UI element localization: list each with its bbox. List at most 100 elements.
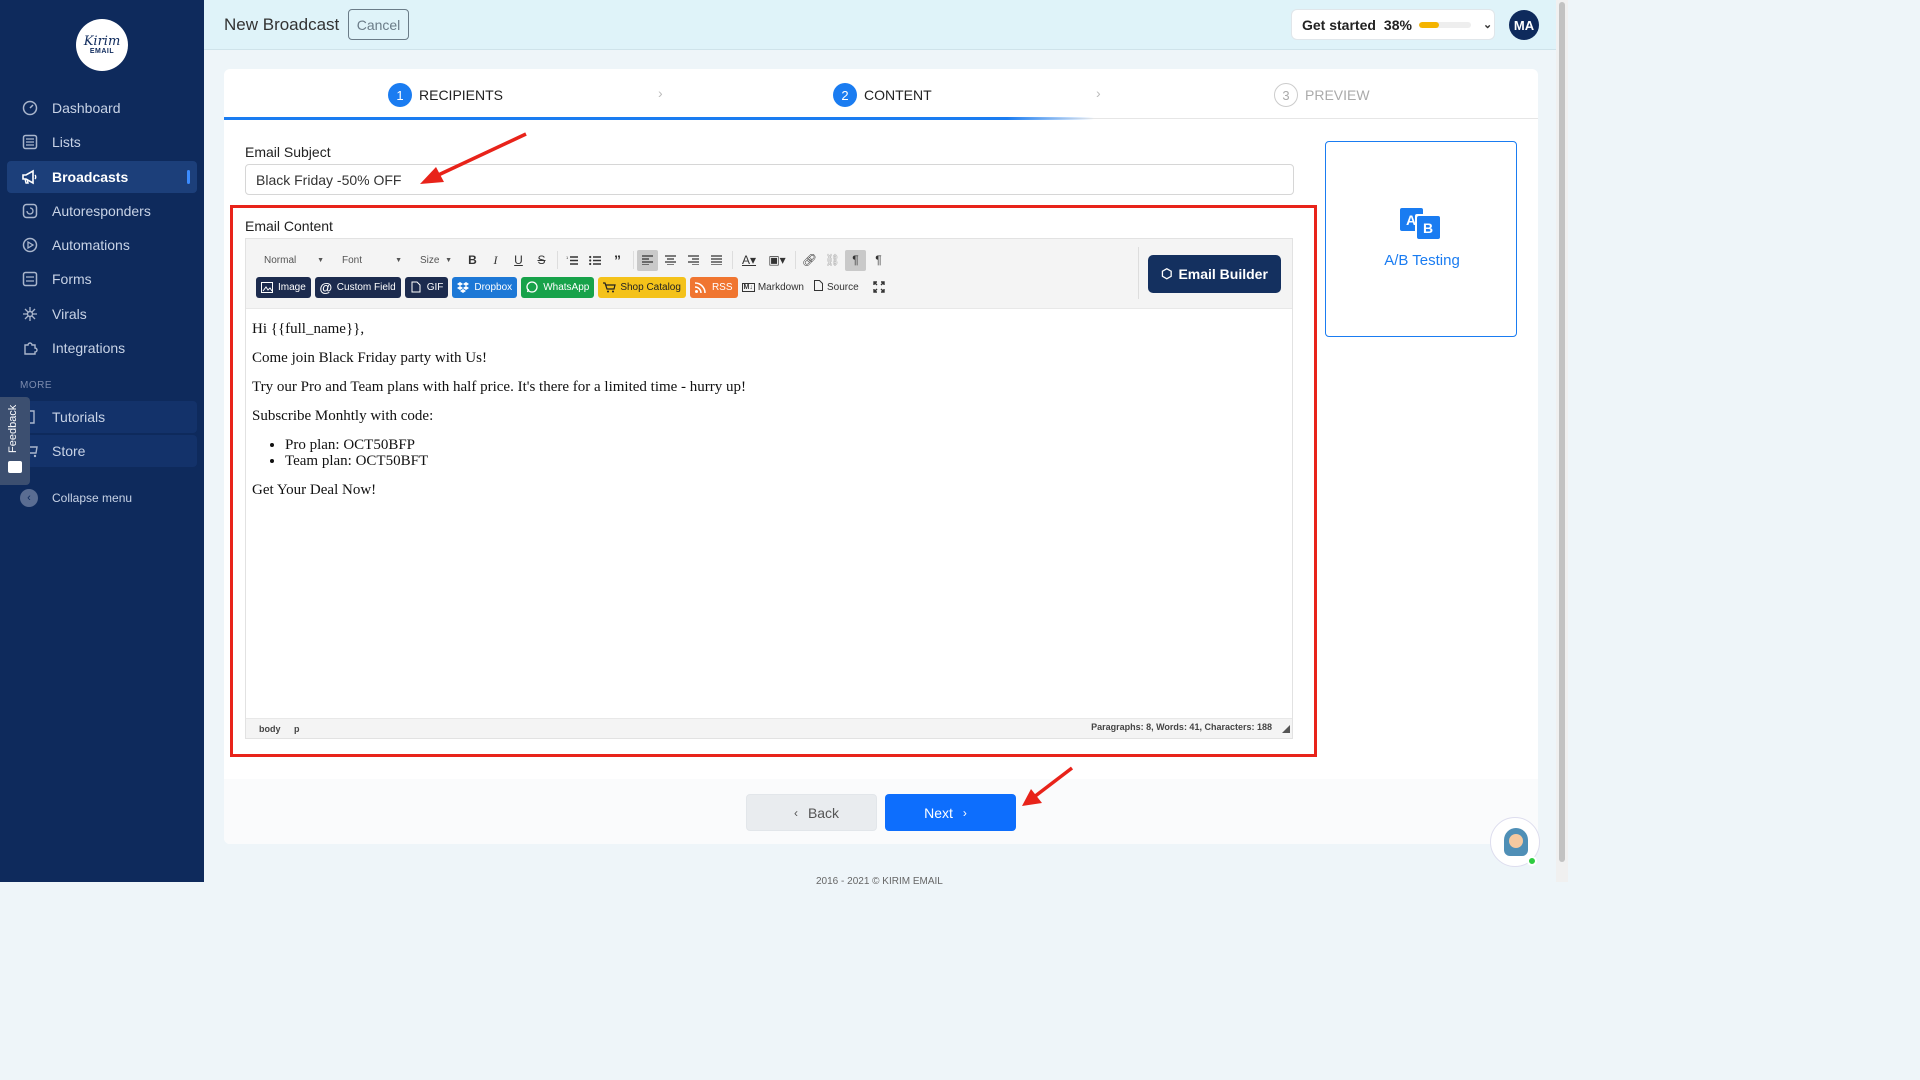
ltr-direction-icon[interactable]: ¶ [845, 249, 866, 271]
scrollbar-thumb[interactable] [1559, 2, 1565, 862]
collapse-menu-button[interactable]: ‹ Collapse menu [20, 489, 132, 507]
kirim-email-logo[interactable]: Kirim EMAIL [76, 19, 128, 71]
numbered-list-icon[interactable]: 1 [561, 250, 582, 271]
sidebar-item-label: Broadcasts [52, 168, 129, 185]
cart-icon [602, 280, 616, 294]
next-button[interactable]: Next › [885, 794, 1016, 831]
bold-icon[interactable]: B [462, 250, 483, 271]
sidebar-item-automations[interactable]: Automations [7, 229, 197, 261]
markdown-button[interactable]: M↓ Markdown [741, 282, 804, 293]
format-select[interactable]: Normal ▼ [256, 249, 328, 271]
blockquote-icon[interactable]: ” [607, 250, 628, 271]
background-color-icon[interactable]: ▣▾ [764, 250, 790, 271]
step-recipients[interactable]: 1 RECIPIENTS [388, 83, 503, 107]
format-select-value: Normal [264, 254, 297, 266]
align-left-icon[interactable] [637, 249, 658, 271]
feedback-tab[interactable]: Feedback [0, 397, 30, 485]
strikethrough-icon[interactable]: S [531, 250, 552, 271]
support-chat-button[interactable] [1490, 817, 1540, 867]
sidebar-item-autoresponders[interactable]: Autoresponders [7, 195, 197, 227]
dropbox-icon [456, 280, 470, 294]
rtl-direction-icon[interactable]: ¶ [868, 250, 889, 271]
content-paragraph: Come join Black Friday party with Us! [252, 350, 487, 366]
viral-icon [21, 305, 39, 323]
email-content-label: Email Content [245, 218, 333, 234]
resize-handle[interactable] [1282, 725, 1290, 733]
svg-text:1: 1 [566, 255, 569, 260]
source-button[interactable]: Source [813, 280, 859, 294]
size-select-value: Size [420, 254, 440, 266]
text-color-icon[interactable]: A▾ [736, 250, 762, 271]
at-sign-icon: @ [319, 279, 333, 295]
sidebar-item-lists[interactable]: Lists [7, 126, 197, 158]
custom-field-button[interactable]: @ Custom Field [314, 276, 401, 298]
email-subject-input[interactable] [245, 164, 1294, 195]
fullscreen-icon[interactable] [869, 277, 890, 298]
align-right-icon[interactable] [683, 250, 704, 271]
link-icon[interactable]: 🔗︎ [799, 250, 820, 271]
align-center-icon[interactable] [660, 250, 681, 271]
sidebar-item-forms[interactable]: Forms [7, 263, 197, 295]
insert-image-button[interactable]: Image [256, 276, 311, 298]
feedback-label: Feedback [7, 404, 19, 453]
element-path-body[interactable]: body [259, 724, 281, 734]
rss-button[interactable]: RSS [689, 276, 738, 298]
sidebar-item-broadcasts[interactable]: Broadcasts [7, 160, 197, 193]
online-status-indicator [1527, 856, 1537, 866]
font-select[interactable]: Font ▼ [334, 249, 406, 271]
step-content[interactable]: 2 CONTENT [833, 83, 932, 107]
back-button[interactable]: ‹ Back [746, 794, 877, 831]
insert-button-label: RSS [711, 281, 733, 293]
ab-testing-card[interactable]: A B A/B Testing [1325, 141, 1517, 337]
sidebar-nav: Dashboard Lists Broadcasts Autoresponder… [0, 92, 204, 366]
ab-testing-icon: A B [1400, 208, 1440, 239]
caret-down-icon: ▼ [317, 256, 324, 264]
toolbar-separator [732, 251, 733, 269]
dropbox-button[interactable]: Dropbox [452, 276, 518, 298]
email-builder-label: Email Builder [1178, 266, 1268, 282]
step-preview[interactable]: 3 PREVIEW [1274, 83, 1370, 107]
gif-button[interactable]: GIF [404, 276, 449, 298]
step-number: 3 [1274, 83, 1298, 107]
page-scrollbar[interactable] [1556, 0, 1568, 882]
toolbar-separator [633, 251, 634, 269]
step-progress-line [224, 117, 1094, 120]
sidebar-item-label: Store [52, 443, 86, 460]
collapse-menu-label: Collapse menu [52, 491, 133, 505]
whatsapp-button[interactable]: WhatsApp [521, 276, 595, 298]
shop-catalog-button[interactable]: Shop Catalog [598, 276, 686, 298]
cancel-button[interactable]: Cancel [348, 9, 409, 40]
get-started-progress-fill [1418, 21, 1439, 28]
markdown-icon: M↓ [741, 282, 755, 292]
sidebar-item-virals[interactable]: Virals [7, 298, 197, 330]
page-title: New Broadcast [224, 15, 340, 34]
editor-status-bar: body p Paragraphs: 8, Words: 41, Charact… [246, 718, 1292, 738]
chevron-right-icon: › [962, 805, 967, 820]
editor-content-area[interactable]: Hi {{full_name}}, Come join Black Friday… [252, 321, 1282, 511]
autoresponder-icon [21, 202, 39, 220]
sidebar-item-integrations[interactable]: Integrations [7, 332, 197, 364]
step-number: 1 [388, 83, 412, 107]
bulleted-list-icon[interactable] [584, 250, 605, 271]
avatar[interactable]: MA [1509, 10, 1539, 40]
size-select[interactable]: Size ▼ [412, 249, 456, 271]
email-builder-button[interactable]: ⬡ Email Builder [1148, 255, 1281, 293]
sidebar: Kirim EMAIL Dashboard Lists Broadcasts A… [0, 0, 204, 882]
sidebar-item-dashboard[interactable]: Dashboard [7, 92, 197, 124]
unlink-icon: ⛓︎ [824, 253, 841, 267]
sidebar-item-tutorials[interactable]: Tutorials [7, 401, 197, 433]
underline-icon[interactable]: U [508, 250, 529, 271]
get-started-dropdown[interactable]: Get started 38% ⌄ [1291, 9, 1495, 40]
list-icon [21, 133, 39, 151]
element-path-p[interactable]: p [294, 724, 300, 734]
toolbar-separator [557, 251, 558, 269]
chevron-left-icon: ‹ [20, 489, 38, 507]
rich-text-editor: Normal ▼ Font ▼ Size ▼ B I U S 1 ” A▾ ▣▾ [245, 238, 1293, 739]
list-item: Team plan: OCT50BFT [285, 453, 1282, 469]
sidebar-item-store[interactable]: Store [7, 435, 197, 468]
italic-icon[interactable]: I [485, 250, 506, 271]
chevron-right-icon: › [658, 85, 663, 101]
source-label: Source [826, 281, 859, 293]
rss-icon [694, 280, 708, 294]
align-justify-icon[interactable] [706, 250, 727, 271]
